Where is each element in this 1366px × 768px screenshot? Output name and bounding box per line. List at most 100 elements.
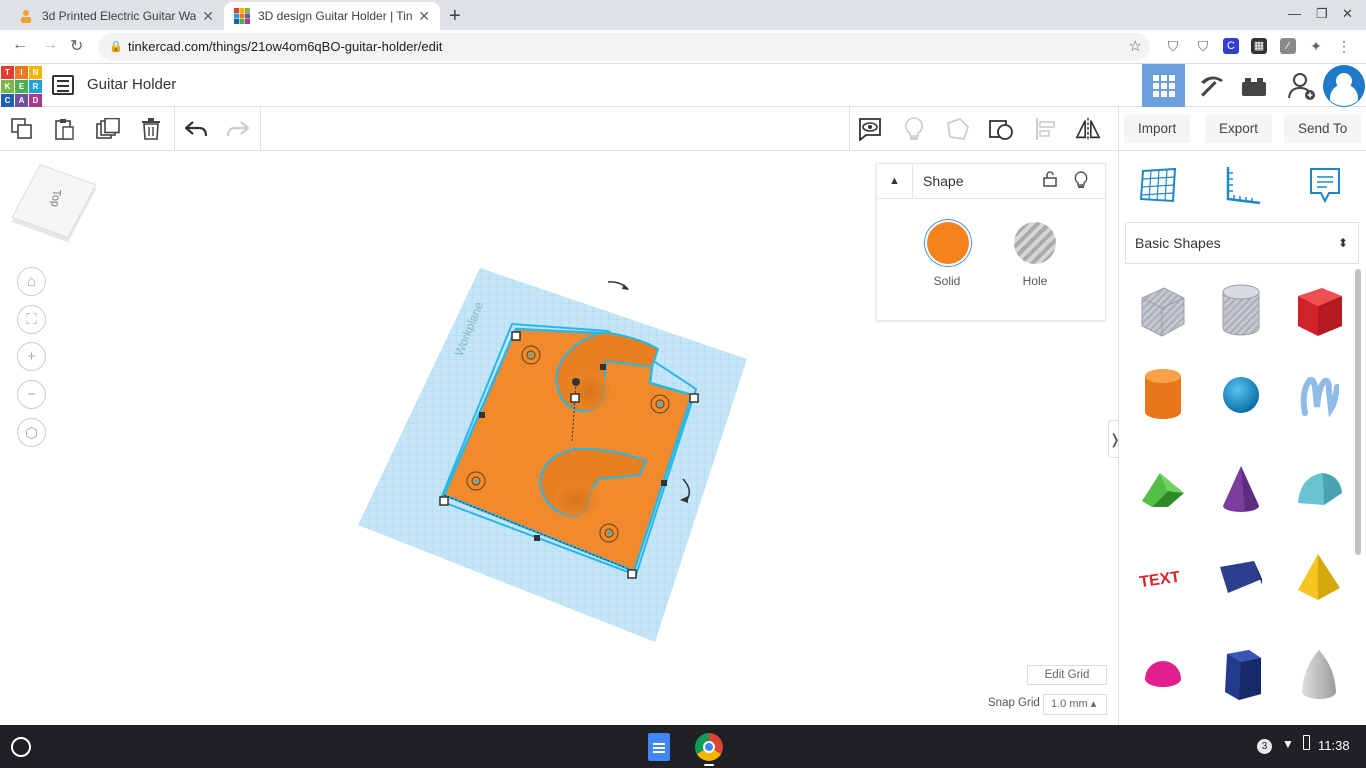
os-shelf: 3 ▼ 11:38 [0,725,1366,768]
sphere-shape[interactable] [1213,367,1269,423]
chrome-app-icon[interactable] [695,733,723,761]
add-user-icon[interactable] [1280,64,1323,107]
half-sphere-shape[interactable] [1135,647,1191,703]
design-title[interactable]: Guitar Holder [87,76,176,93]
puzzle-extensions-icon[interactable]: ✦ [1308,38,1324,54]
notification-count-badge[interactable]: 3 [1257,739,1272,754]
menu-dots-icon[interactable]: ⋮ [1336,38,1352,54]
mirror-icon[interactable] [1075,116,1101,142]
address-bar[interactable]: 🔒 tinkercad.com/things/21ow4om6qBO-guita… [98,33,1150,61]
launcher-icon[interactable] [11,737,31,757]
edit-toolbar: Import Export Send To [0,107,1366,151]
shield-extension-icon[interactable]: ⛉ [1165,38,1181,54]
url-text: tinkercad.com/things/21ow4om6qBO-guitar-… [128,39,443,54]
wedge-shape[interactable] [1213,549,1269,605]
ruler-icon[interactable] [1222,165,1262,205]
paraboloid-shape[interactable] [1291,647,1347,703]
3d-workspace[interactable]: Top ⌂ ⛶ + − ⬡ Workplane ▲ Shape Solid Ho… [0,151,1118,725]
polygon-shape[interactable] [1213,647,1269,703]
select-arrow-icon: ⬍ [1337,236,1348,250]
shape-category-select[interactable]: Basic Shapes ⬍ [1125,222,1359,264]
shapes-sidebar: Basic Shapes ⬍ TEXT [1118,151,1366,725]
minimize-icon[interactable]: — [1288,6,1301,21]
bricks-icon[interactable] [1232,64,1275,107]
solid-swatch[interactable] [927,222,969,264]
copy-icon[interactable] [9,116,35,142]
hole-swatch[interactable] [1014,222,1056,264]
design-list-icon[interactable] [52,75,74,95]
bookmark-star-icon[interactable]: ☆ [1129,33,1142,61]
unlock-icon[interactable] [1043,171,1057,191]
roof-shape[interactable] [1135,461,1191,517]
qr-extension-icon[interactable]: ▦ [1251,38,1267,54]
docs-app-icon[interactable] [648,733,670,761]
new-tab-button[interactable]: + [449,5,461,28]
lightbulb-icon[interactable] [901,116,927,142]
cylinder-shape[interactable] [1135,367,1191,423]
edit-grid-button[interactable]: Edit Grid [1027,665,1107,685]
logo-letter: A [15,94,28,107]
tab-title: 3D design Guitar Holder | Tinker [258,9,413,23]
paste-icon[interactable] [51,116,77,142]
close-icon[interactable]: ✕ [418,8,430,25]
reload-icon[interactable]: ↻ [70,36,83,56]
group-icon[interactable] [945,116,971,142]
tinkercad-grid-icon [234,8,250,24]
lightbulb-icon[interactable] [1074,171,1088,193]
user-avatar[interactable] [1323,65,1365,107]
import-button[interactable]: Import [1124,115,1191,143]
c-extension-icon[interactable]: C [1223,38,1239,54]
browser-tab[interactable]: 3d Printed Electric Guitar Wall M ✕ [8,2,224,30]
logo-letter: R [29,80,42,93]
app-header: T I N K E R C A D Guitar Holder [0,64,1366,107]
hole-label: Hole [1022,274,1048,288]
clock[interactable]: 11:38 [1318,738,1350,753]
pyramid-shape[interactable] [1291,549,1347,605]
cone-shape[interactable] [1213,461,1269,517]
close-window-icon[interactable]: ✕ [1342,6,1353,22]
browser-toolbar: ← → ↻ 🔒 tinkercad.com/things/21ow4om6qBO… [0,30,1366,64]
tinkercad-logo[interactable]: T I N K E R C A D [1,66,42,107]
redo-icon[interactable] [225,116,251,142]
collapse-arrow-icon[interactable]: ▲ [877,164,913,199]
slash-extension-icon[interactable]: ⁄ [1280,38,1296,54]
sidebar-scrollbar[interactable] [1355,269,1361,555]
undo-icon[interactable] [183,116,209,142]
browser-tab-active[interactable]: 3D design Guitar Holder | Tinker ✕ [224,2,440,30]
logo-letter: N [29,66,42,79]
duplicate-icon[interactable] [95,116,121,142]
send-to-button[interactable]: Send To [1284,115,1362,143]
snap-grid-select[interactable]: 1.0 mm ▴ [1043,694,1107,715]
box-hole-shape[interactable] [1135,283,1191,339]
back-arrow-icon[interactable]: ← [12,36,28,54]
workplane-grid-icon[interactable] [1139,165,1179,205]
logo-letter: I [15,66,28,79]
notes-icon[interactable] [1305,165,1345,205]
export-button[interactable]: Export [1205,115,1273,143]
box-shape[interactable] [1291,283,1347,339]
wifi-icon[interactable]: ▼ [1282,737,1294,751]
ungroup-icon[interactable] [989,116,1015,142]
solid-label: Solid [933,274,961,288]
scribble-shape[interactable] [1291,367,1347,423]
trash-icon[interactable] [138,116,164,142]
text-shape[interactable]: TEXT [1135,549,1191,605]
logo-letter: T [1,66,14,79]
align-icon[interactable] [1033,116,1059,142]
shield-extension-icon[interactable]: ⛉ [1195,38,1211,54]
restore-icon[interactable]: ❐ [1316,6,1328,22]
round-roof-shape[interactable] [1291,461,1347,517]
tab-title: 3d Printed Electric Guitar Wall M [42,9,197,23]
logo-letter: E [15,80,28,93]
pickaxe-icon[interactable] [1189,64,1232,107]
3d-view-grid-icon[interactable] [1142,64,1185,107]
snap-grid-label: Snap Grid [988,697,1040,709]
cylinder-hole-shape[interactable] [1213,283,1269,339]
forward-arrow-icon[interactable]: → [42,36,58,54]
battery-icon[interactable] [1303,735,1310,750]
shape-inspector-panel: ▲ Shape Solid Hole [876,163,1106,321]
logo-letter: C [1,94,14,107]
close-icon[interactable]: ✕ [202,8,214,25]
notes-eye-icon[interactable] [857,116,883,142]
lock-icon: 🔒 [109,41,123,53]
